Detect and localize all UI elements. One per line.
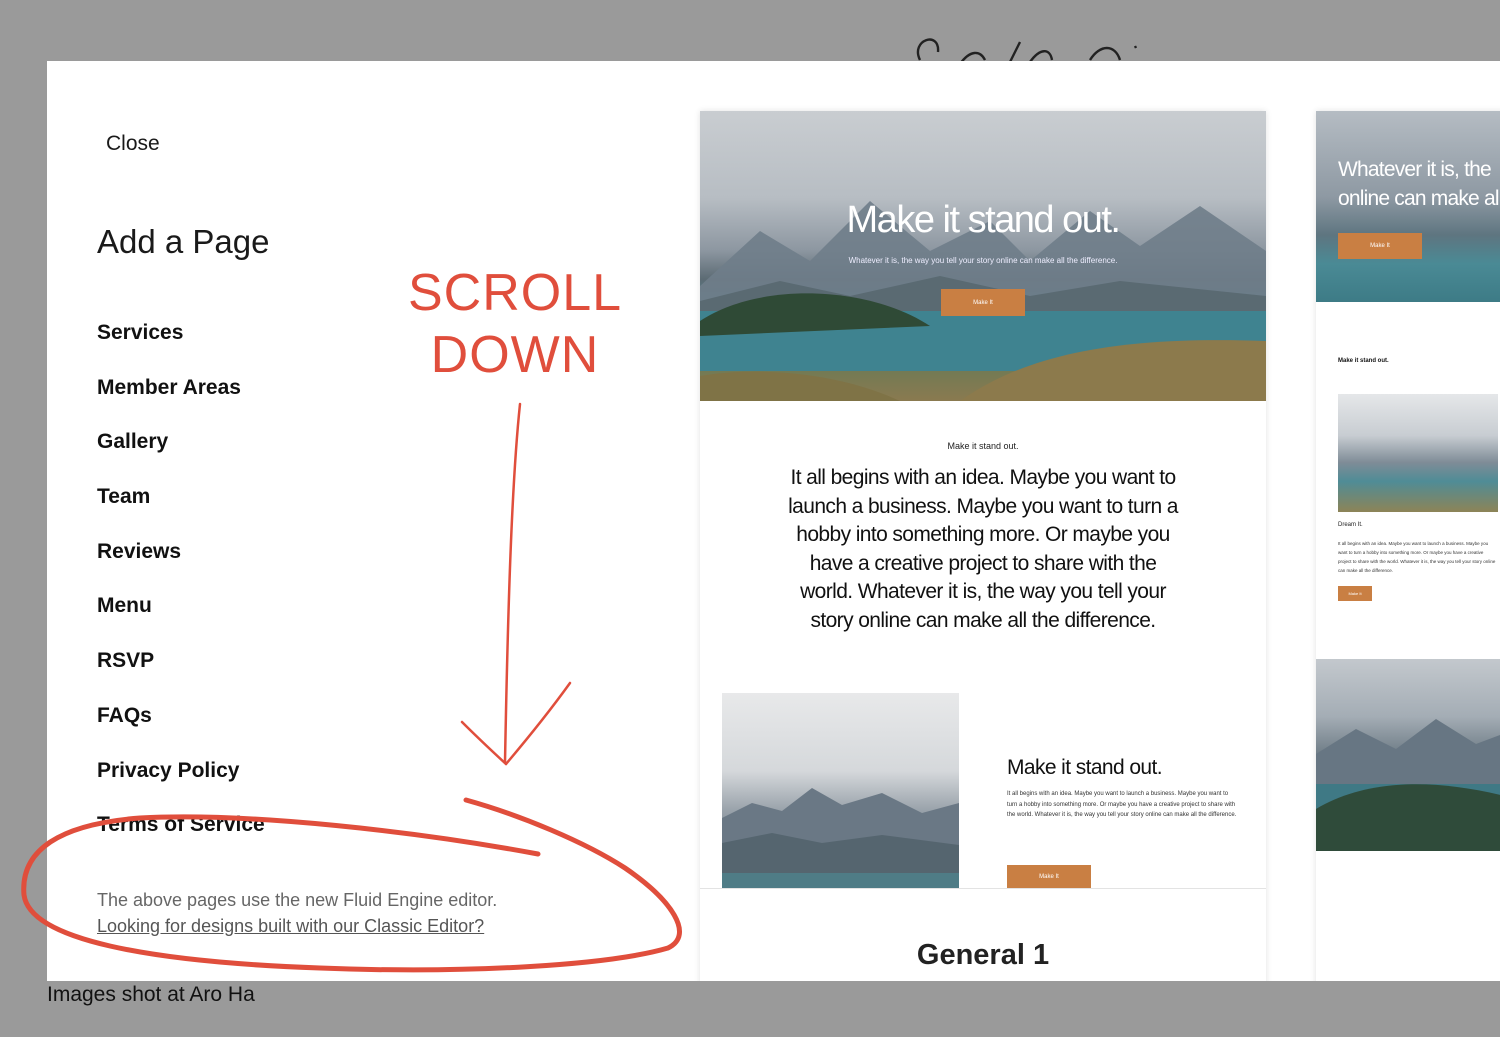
page-type-member-areas[interactable]: Member Areas	[97, 374, 265, 429]
page-type-menu[interactable]: Menu	[97, 592, 265, 647]
editor-note: The above pages use the new Fluid Engine…	[97, 887, 497, 939]
side-caption: Dream It.	[1338, 522, 1363, 528]
preview-hero-title: Make it stand out.	[846, 199, 1121, 241]
preview-split-image	[722, 693, 959, 888]
side-kicker: Make it stand out.	[1338, 358, 1389, 364]
panel-title: Add a Page	[97, 223, 270, 260]
close-button[interactable]: Close	[106, 132, 160, 156]
preview-split-button: Make It	[1007, 865, 1091, 889]
page-type-team[interactable]: Team	[97, 483, 265, 538]
side-hero-line-2: online can make al	[1338, 187, 1500, 210]
side-button: Make It	[1338, 586, 1372, 601]
page-type-faqs[interactable]: FAQs	[97, 702, 265, 757]
page-type-reviews[interactable]: Reviews	[97, 538, 265, 593]
scroll-annotation-line-2: DOWN	[430, 326, 600, 384]
preview-hero-button: Make It	[941, 289, 1025, 316]
side-hero-text: Whatever it is, the online can make al	[1338, 155, 1500, 213]
preview-split-title: Make it stand out.	[1007, 756, 1163, 779]
preview-hero-subtitle: Whatever it is, the way you tell your st…	[848, 256, 1118, 265]
editor-note-text: The above pages use the new Fluid Engine…	[97, 890, 498, 910]
side-hero-button: Make It	[1338, 233, 1422, 259]
classic-editor-link[interactable]: Looking for designs built with our Class…	[97, 913, 497, 939]
template-preview-general-1[interactable]: Make it stand out. Whatever it is, the w…	[700, 111, 1266, 981]
preview-divider	[700, 888, 1266, 889]
page-type-privacy-policy[interactable]: Privacy Policy	[97, 757, 265, 812]
page-type-services[interactable]: Services	[97, 319, 265, 374]
side-image-2	[1316, 659, 1500, 851]
page-type-rsvp[interactable]: RSVP	[97, 647, 265, 702]
scroll-annotation-line-1: SCROLL	[407, 264, 623, 322]
template-name-label: General 1	[916, 939, 1050, 971]
preview-section-kicker: Make it stand out.	[947, 441, 1019, 451]
side-hero-image: Whatever it is, the online can make al M…	[1316, 111, 1500, 302]
scroll-down-annotation: SCROLL DOWN	[395, 262, 635, 386]
add-page-modal: Close Add a Page Services Member Areas G…	[47, 61, 1500, 981]
side-hero-line-1: Whatever it is, the	[1338, 158, 1492, 181]
image-credit-caption: Images shot at Aro Ha	[47, 983, 255, 1006]
side-image	[1338, 394, 1498, 512]
preview-hero-image: Make it stand out. Whatever it is, the w…	[700, 111, 1266, 401]
page-type-list: Services Member Areas Gallery Team Revie…	[97, 319, 265, 866]
preview-split-body: It all begins with an idea. Maybe you wa…	[1007, 791, 1237, 818]
page-type-terms-of-service[interactable]: Terms of Service	[97, 811, 265, 866]
side-body: It all begins with an idea. Maybe you wa…	[1338, 541, 1496, 573]
page-type-gallery[interactable]: Gallery	[97, 428, 265, 483]
preview-section-body: It all begins with an idea. Maybe you wa…	[788, 466, 1178, 632]
template-preview-next[interactable]: Whatever it is, the online can make al M…	[1316, 111, 1500, 981]
